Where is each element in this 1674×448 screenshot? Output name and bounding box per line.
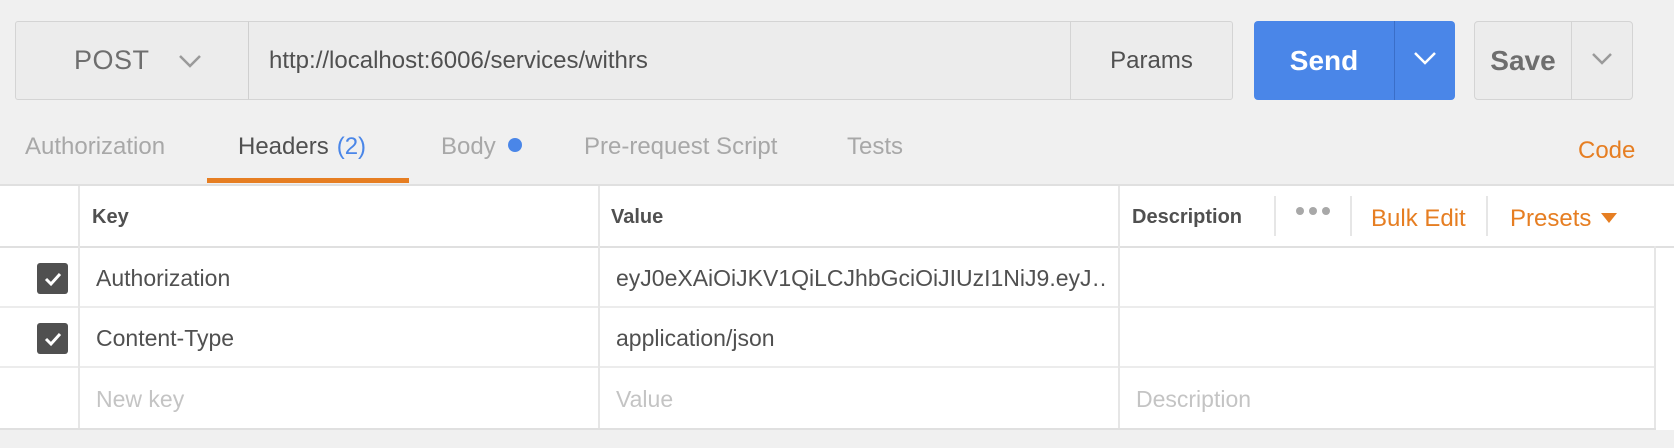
tab-headers[interactable]: Headers (2) <box>238 133 366 161</box>
presets-dropdown[interactable]: Presets <box>1510 205 1618 233</box>
column-divider <box>1654 246 1656 428</box>
tab-label: Tests <box>847 133 904 160</box>
new-key-input[interactable]: New key <box>96 386 586 413</box>
check-icon <box>44 332 61 346</box>
tab-label: Pre-request Script <box>584 133 778 160</box>
table-divider <box>0 366 1656 368</box>
chevron-down-icon <box>1413 51 1437 70</box>
header-value-cell[interactable]: application/json <box>616 325 1106 352</box>
column-divider <box>78 186 80 428</box>
column-divider <box>1274 196 1276 236</box>
table-divider <box>0 246 1674 248</box>
code-link[interactable]: Code <box>1578 137 1635 165</box>
bulk-edit-link[interactable]: Bulk Edit <box>1371 205 1466 233</box>
tab-label: Authorization <box>25 133 166 160</box>
column-header-description: Description <box>1132 206 1243 228</box>
save-dropdown-button[interactable] <box>1571 21 1633 100</box>
table-divider <box>0 306 1656 308</box>
column-divider <box>1486 196 1488 236</box>
save-label: Save <box>1490 44 1556 76</box>
header-key-cell[interactable]: Content-Type <box>96 325 586 352</box>
table-divider <box>0 184 1674 186</box>
new-value-input[interactable]: Value <box>616 386 1106 413</box>
chevron-down-icon <box>178 54 202 68</box>
send-label: Send <box>1289 44 1359 76</box>
table-divider <box>0 428 1656 430</box>
check-icon <box>44 272 61 286</box>
params-button[interactable]: Params <box>1070 21 1233 100</box>
tab-pre-request-script[interactable]: Pre-request Script <box>584 133 777 161</box>
active-tab-indicator <box>207 178 409 183</box>
column-divider <box>1350 196 1352 236</box>
url-input[interactable]: http://localhost:6006/services/withrs <box>248 21 1071 100</box>
params-label: Params <box>1110 46 1193 74</box>
column-header-value: Value <box>611 206 664 228</box>
save-button[interactable]: Save <box>1474 21 1572 100</box>
row-checkbox[interactable] <box>37 323 68 354</box>
column-divider <box>598 186 600 428</box>
send-button[interactable]: Send <box>1254 21 1394 100</box>
chevron-down-icon <box>1591 52 1613 70</box>
new-description-input[interactable]: Description <box>1136 386 1636 413</box>
caret-down-icon <box>1601 213 1618 223</box>
column-divider <box>1118 186 1120 428</box>
headers-count-badge: (2) <box>336 133 367 160</box>
row-checkbox[interactable] <box>37 263 68 294</box>
presets-label: Presets <box>1510 205 1592 232</box>
method-label: POST <box>74 45 150 75</box>
column-header-key: Key <box>92 206 129 228</box>
send-dropdown-button[interactable] <box>1394 21 1455 100</box>
tab-tests[interactable]: Tests <box>847 133 903 161</box>
body-modified-dot-icon <box>507 138 522 152</box>
method-select[interactable]: POST <box>15 21 249 100</box>
tab-label: Headers <box>238 133 329 160</box>
header-key-cell[interactable]: Authorization <box>96 265 586 292</box>
tab-label: Body <box>441 133 496 160</box>
url-text: http://localhost:6006/services/withrs <box>269 46 648 74</box>
header-value-cell[interactable]: eyJ0eXAiOiJKV1QiLCJhbGciOiJIUzI1NiJ9.eyJ… <box>616 265 1106 292</box>
tab-body[interactable]: Body <box>441 133 522 161</box>
more-options-icon[interactable] <box>1296 207 1330 215</box>
tab-authorization[interactable]: Authorization <box>25 133 165 161</box>
